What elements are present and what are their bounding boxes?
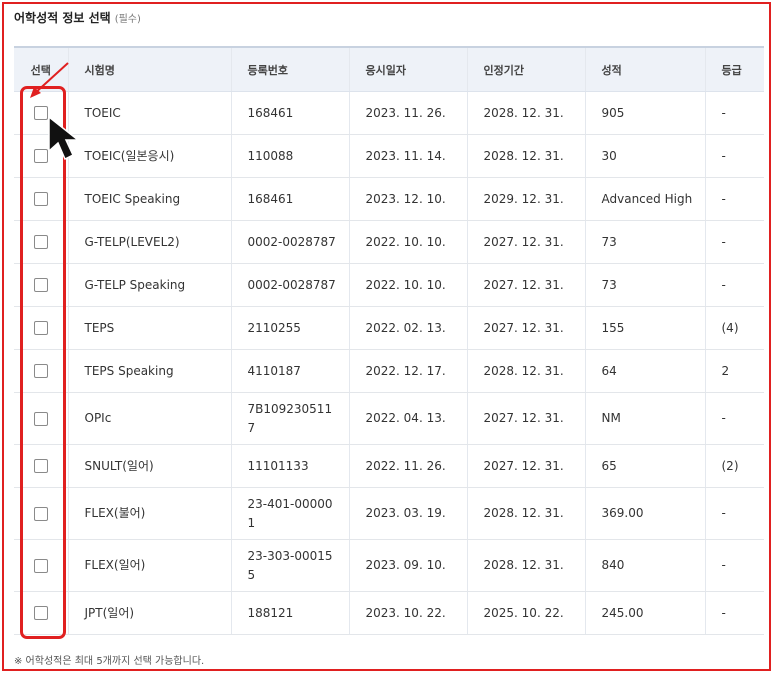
checkbox-column-highlight [20,86,66,639]
valid-until-cell: 2028. 12. 31. [466,91,585,135]
grade-cell: - [704,263,764,307]
valid-until-cell: 2029. 12. 31. [466,177,585,221]
score-cell: 73 [584,263,705,307]
score-cell: 30 [584,134,705,178]
grade-cell: - [704,539,764,592]
table-row: TEPS 2110255 2022. 02. 13. 2027. 12. 31. 155… [14,306,764,350]
score-cell: 905 [584,91,705,135]
exam-cell: TOEIC(일본응시) [67,134,231,178]
grade-cell: - [704,392,764,445]
mouse-pointer-icon [48,115,81,161]
table-row: TOEIC(일본응시) 110088 2023. 11. 14. 2028. 12. … [14,134,764,178]
exam-cell: FLEX(불어) [67,487,231,540]
exam-cell: TOEIC [67,91,231,135]
test-date-cell: 2022. 10. 10. [348,220,467,264]
col-header-grade: 등급 [704,46,764,92]
exam-cell: G-TELP(LEVEL2) [67,220,231,264]
valid-until-cell: 2028. 12. 31. [466,134,585,178]
test-date-cell: 2023. 12. 10. [348,177,467,221]
test-date-cell: 2023. 11. 14. [348,134,467,178]
table-row: SNULT(일어) 11101133 2022. 11. 26. 2027. 12. … [14,444,764,488]
valid-until-cell: 2028. 12. 31. [466,539,585,592]
test-date-cell: 2022. 10. 10. [348,263,467,307]
test-date-cell: 2023. 03. 19. [348,487,467,540]
table-row: TOEIC Speaking 168461 2023. 12. 10. 2029. 1… [14,177,764,221]
exam-cell: FLEX(일어) [67,539,231,592]
table-row: FLEX(일어) 23-303-00015 5 2023. 09. 10. 2028.… [14,539,764,592]
reg-number-cell: 7B109230511 7 [230,392,349,445]
col-header-score: 성적 [584,46,705,92]
grade-cell: - [704,487,764,540]
valid-until-cell: 2028. 12. 31. [466,487,585,540]
score-cell: 73 [584,220,705,264]
table-row: G-TELP Speaking 0002-0028787 2022. 10. 10.… [14,263,764,307]
red-arrow-icon [30,62,69,98]
section-title-text: 어학성적 정보 선택 [14,11,111,25]
reg-number-cell: 4110187 [230,349,349,393]
score-cell: 840 [584,539,705,592]
valid-until-cell: 2027. 12. 31. [466,444,585,488]
test-date-cell: 2022. 12. 17. [348,349,467,393]
grade-cell: 2 [704,349,764,393]
table-row: TOEIC 168461 2023. 11. 26. 2028. 12. 31. 905… [14,91,764,135]
grade-cell: (4) [704,306,764,350]
reg-number-cell: 2110255 [230,306,349,350]
grade-cell: - [704,134,764,178]
test-date-cell: 2023. 11. 26. [348,91,467,135]
test-date-cell: 2023. 10. 22. [348,591,467,635]
reg-number-cell: 23-303-00015 5 [230,539,349,592]
valid-until-cell: 2025. 10. 22. [466,591,585,635]
score-cell: Advanced High [584,177,705,221]
selection-limit-note: ※ 어학성적은 최대 5개까지 선택 가능합니다. [14,656,205,667]
language-score-table: 선택 시험명 등록번호 응시일자 인정기간 성적 등급 TOEIC 168461 2… [14,46,764,635]
table-row: TEPS Speaking 4110187 2022. 12. 17. 2028. 1… [14,349,764,393]
reg-number-cell: 23-401-00000 1 [230,487,349,540]
score-cell: NM [584,392,705,445]
test-date-cell: 2022. 11. 26. [348,444,467,488]
reg-number-cell: 188121 [230,591,349,635]
exam-cell: TOEIC Speaking [67,177,231,221]
reg-number-cell: 110088 [230,134,349,178]
test-date-cell: 2022. 04. 13. [348,392,467,445]
reg-number-cell: 0002-0028787 [230,263,349,307]
exam-cell: TEPS [67,306,231,350]
col-header-valid-until: 인정기간 [466,46,585,92]
valid-until-cell: 2027. 12. 31. [466,263,585,307]
test-date-cell: 2022. 02. 13. [348,306,467,350]
score-cell: 245.00 [584,591,705,635]
score-cell: 369.00 [584,487,705,540]
grade-cell: - [704,91,764,135]
col-header-exam: 시험명 [67,46,231,92]
exam-cell: JPT(일어) [67,591,231,635]
col-header-reg-number: 등록번호 [230,46,349,92]
exam-cell: OPIc [67,392,231,445]
table-row: JPT(일어) 188121 2023. 10. 22. 2025. 10. 22. 2… [14,591,764,635]
reg-number-cell: 168461 [230,91,349,135]
reg-number-cell: 11101133 [230,444,349,488]
col-header-test-date: 응시일자 [348,46,467,92]
table-row: G-TELP(LEVEL2) 0002-0028787 2022. 10. 10. 2… [14,220,764,264]
reg-number-cell: 168461 [230,177,349,221]
score-cell: 64 [584,349,705,393]
reg-number-cell: 0002-0028787 [230,220,349,264]
grade-cell: (2) [704,444,764,488]
section-title: 어학성적 정보 선택 (필수) [14,9,141,26]
table-row: FLEX(불어) 23-401-00000 1 2023. 03. 19. 2028.… [14,487,764,540]
grade-cell: - [704,591,764,635]
exam-cell: TEPS Speaking [67,349,231,393]
grade-cell: - [704,177,764,221]
required-label: (필수) [114,14,141,25]
test-date-cell: 2023. 09. 10. [348,539,467,592]
valid-until-cell: 2028. 12. 31. [466,349,585,393]
score-cell: 155 [584,306,705,350]
valid-until-cell: 2027. 12. 31. [466,392,585,445]
grade-cell: - [704,220,764,264]
valid-until-cell: 2027. 12. 31. [466,220,585,264]
exam-cell: SNULT(일어) [67,444,231,488]
valid-until-cell: 2027. 12. 31. [466,306,585,350]
score-cell: 65 [584,444,705,488]
table-row: OPIc 7B109230511 7 2022. 04. 13. 2027. 12. … [14,392,764,445]
exam-cell: G-TELP Speaking [67,263,231,307]
table-header-row: 선택 시험명 등록번호 응시일자 인정기간 성적 등급 [14,46,764,92]
